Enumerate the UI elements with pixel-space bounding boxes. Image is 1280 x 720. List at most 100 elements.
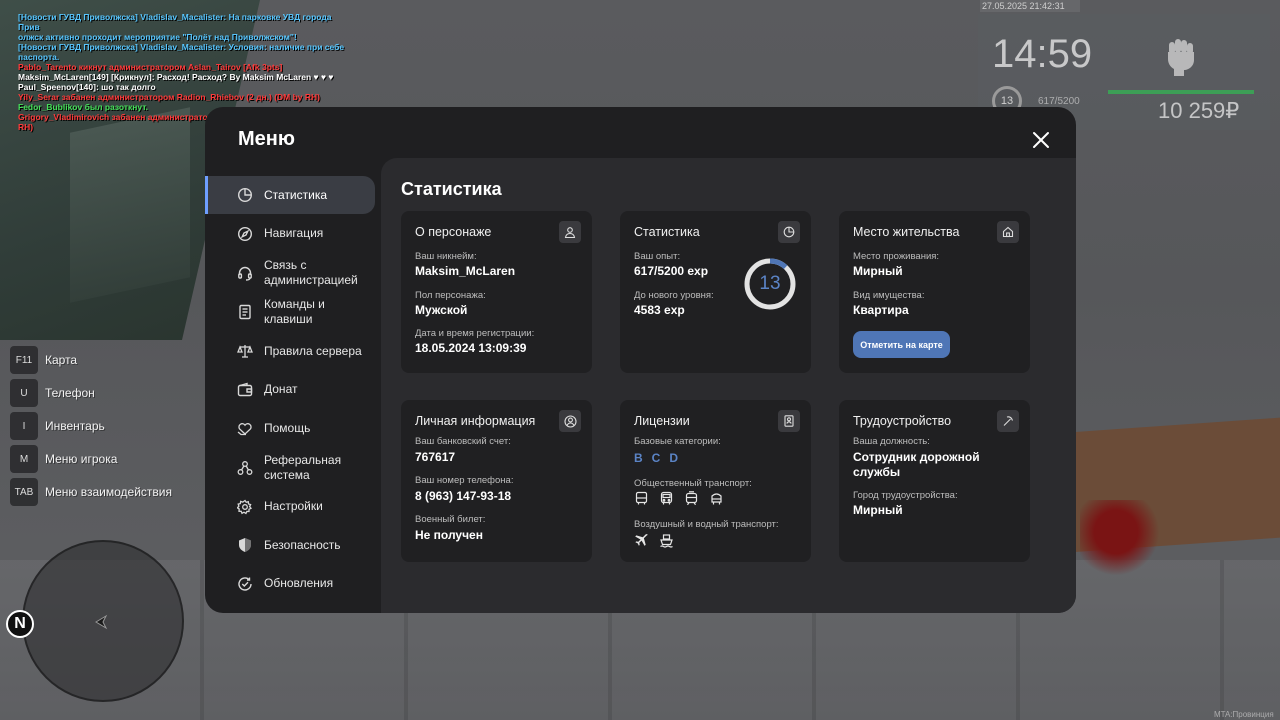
wall-slab <box>70 107 190 303</box>
user-icon <box>559 221 581 243</box>
sidebar-item-label: Помощь <box>264 421 311 436</box>
card-title: Трудоустройство <box>853 414 952 428</box>
sidebar-item-statistics[interactable]: Статистика <box>205 176 375 214</box>
sidebar-item-navigation[interactable]: Навигация <box>205 215 381 253</box>
nickname-label: Ваш никнейм: <box>415 251 477 262</box>
license-categories: B C D <box>634 451 678 465</box>
residence-card: Место жительства Место проживания: Мирны… <box>839 211 1030 373</box>
card-title: Личная информация <box>415 414 536 428</box>
residence-place-value: Мирный <box>853 264 903 278</box>
close-icon[interactable] <box>1030 129 1052 151</box>
sidebar-item-settings[interactable]: Настройки <box>205 488 381 526</box>
hotkey-label: Инвентарь <box>45 419 105 433</box>
hotkey-key: TAB <box>10 478 38 506</box>
position-label: Ваша должность: <box>853 436 930 447</box>
sidebar-item-label: Навигация <box>264 226 324 241</box>
gender-label: Пол персонажа: <box>415 290 486 301</box>
air-water-transport-icons <box>634 533 674 548</box>
next-level-label: До нового уровня: <box>634 290 714 301</box>
hotkey-hints: F11 Карта U Телефон I Инвентарь M Меню и… <box>10 346 172 511</box>
chat-line: [Новости ГУВД Приволжска] Vladislav_Maca… <box>18 12 332 32</box>
tram-icon <box>685 491 698 506</box>
chat-line: Yily_Serar забанен администратором Radio… <box>18 92 321 102</box>
public-transport-icons <box>634 491 724 506</box>
base-categories-label: Базовые категории: <box>634 436 721 447</box>
ship-icon <box>660 534 673 548</box>
pie-chart-icon <box>237 187 253 203</box>
hotkey-inventory: I Инвентарь <box>10 412 172 440</box>
sidebar-item-label: Обновления <box>264 576 334 591</box>
sidebar-item-label: Связь с администрацией <box>264 257 358 287</box>
player-arrow-icon <box>95 614 108 630</box>
airplane-icon <box>635 534 648 546</box>
property-label: Вид имущества: <box>853 290 925 301</box>
sidebar-item-help[interactable]: Помощь <box>205 410 381 448</box>
sidebar-item-referral[interactable]: Реферальная система <box>205 448 381 487</box>
hud-health-bar <box>1108 90 1254 94</box>
document-icon <box>239 305 251 320</box>
level-number: 13 <box>759 273 781 294</box>
chat-line: Maksim_McLaren[149] [Крикнул]: Расход! Р… <box>18 72 334 82</box>
military-id-label: Военный билет: <box>415 514 486 525</box>
licenses-card: Лицензии Базовые категории: B C D Общест… <box>620 400 811 562</box>
bank-account-value: 767617 <box>415 450 456 464</box>
military-id-value: Не получен <box>415 528 483 542</box>
card-title: О персонаже <box>415 225 492 239</box>
license-category: D <box>669 451 679 465</box>
hud-time: 14:59 <box>992 32 1093 76</box>
sidebar-item-label: Безопасность <box>264 537 341 552</box>
sidebar-item-label: Донат <box>264 382 298 397</box>
sidebar-item-security[interactable]: Безопасность <box>205 526 381 564</box>
sidebar-item-donate[interactable]: Донат <box>205 371 381 409</box>
trolleybus-icon <box>711 493 722 505</box>
employment-card: Трудоустройство Ваша должность: Сотрудни… <box>839 400 1030 562</box>
sidebar-item-rules[interactable]: Правила сервера <box>205 332 381 370</box>
sidebar-item-label: Настройки <box>264 499 323 514</box>
compass-icon <box>237 226 253 241</box>
page-title: Статистика <box>401 179 502 199</box>
chat-line: [Новости ГУВД Приволжска] Vladislav_Maca… <box>18 42 345 52</box>
menu-window: Меню Статистика Навигация Связь с админи… <box>205 107 1076 613</box>
chat-line: олжск активно проходит мероприятие "Полё… <box>18 32 297 42</box>
sidebar-item-label: Статистика <box>264 187 328 202</box>
mark-on-map-button[interactable]: Отметить на карте <box>853 331 950 358</box>
headset-icon <box>238 266 252 281</box>
position-value: Сотрудник дорожной службы <box>853 450 980 479</box>
character-card: О персонаже Ваш никнейм: Maksim_McLaren … <box>401 211 592 373</box>
sidebar-item-updates[interactable]: Обновления <box>205 565 381 603</box>
network-icon <box>237 460 253 475</box>
menu-sidebar: Статистика Навигация Связь с администрац… <box>205 176 381 604</box>
gear-icon <box>237 499 253 515</box>
scales-icon <box>237 345 253 359</box>
air-water-transport-label: Воздушный и водный транспорт: <box>634 519 779 530</box>
sidebar-item-label: Правила сервера <box>264 343 362 358</box>
personal-info-card: Личная информация Ваш банковский счет: 7… <box>401 400 592 562</box>
sidebar-item-label: Реферальная система <box>264 452 342 482</box>
license-category: B <box>634 451 643 465</box>
hotkey-interaction-menu: TAB Меню взаимодействия <box>10 478 172 506</box>
hud-exp: 617/5200 <box>1038 96 1080 107</box>
job-city-label: Город трудоустройства: <box>853 490 958 501</box>
license-category: C <box>651 451 661 465</box>
nickname-value: Maksim_McLaren <box>415 264 516 278</box>
hotkey-map: F11 Карта <box>10 346 172 374</box>
menu-title: Меню <box>238 128 295 150</box>
bank-account-label: Ваш банковский счет: <box>415 436 511 447</box>
hotkey-label: Карта <box>45 353 78 367</box>
id-card-icon <box>778 410 800 432</box>
chat-line: Pablo_Tarento кикнут администратором Asl… <box>18 62 283 72</box>
wallet-icon <box>237 382 253 397</box>
sidebar-item-admin-contact[interactable]: Связь с администрацией <box>205 253 381 292</box>
hotkey-player-menu: M Меню игрока <box>10 445 172 473</box>
property-value: Квартира <box>853 303 909 317</box>
heart-hand-icon <box>237 422 252 435</box>
coach-icon <box>660 491 673 505</box>
pie-chart-icon <box>778 221 800 243</box>
home-icon <box>997 221 1019 243</box>
hotkey-label: Меню игрока <box>45 452 118 466</box>
stats-card: Статистика Ваш опыт: 617/5200 exp До нов… <box>620 211 811 373</box>
registration-label: Дата и время регистрации: <box>415 328 535 339</box>
sidebar-item-commands[interactable]: Команды и клавиши <box>205 293 381 332</box>
hotkey-phone: U Телефон <box>10 379 172 407</box>
statistics-panel: Статистика О персонаже Ваш никнейм: Maks… <box>381 158 1076 613</box>
